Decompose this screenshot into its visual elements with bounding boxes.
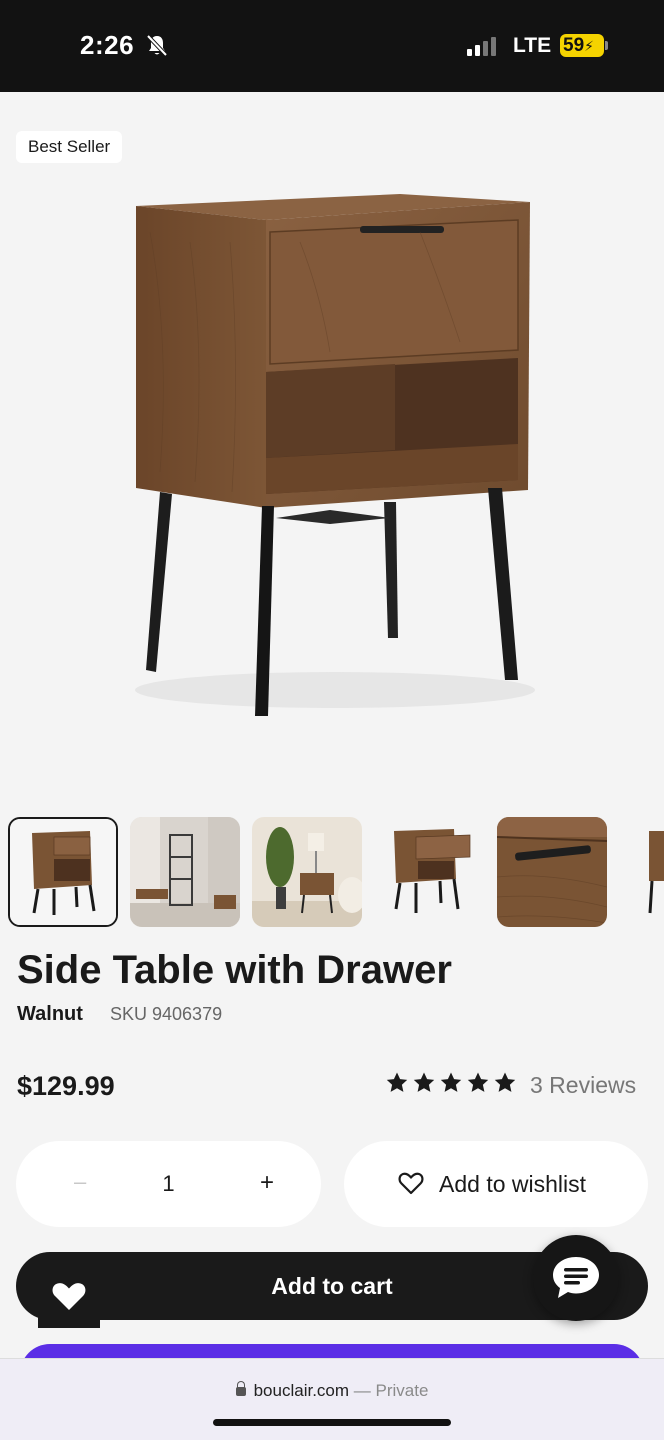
- thumbnail-5[interactable]: [497, 817, 607, 927]
- status-time: 2:26: [80, 30, 135, 60]
- chat-button[interactable]: [533, 1235, 619, 1321]
- battery-level: 59: [563, 35, 585, 56]
- star-icon: [386, 1072, 408, 1092]
- best-seller-badge: Best Seller: [16, 131, 123, 163]
- add-to-wishlist-button[interactable]: Add to wishlist: [344, 1141, 648, 1227]
- heart-icon: [52, 1283, 86, 1310]
- network-label: LTE: [513, 34, 552, 57]
- home-indicator[interactable]: [213, 1419, 451, 1426]
- thumbnail-2[interactable]: [130, 817, 240, 927]
- quantity-increase-button[interactable]: +: [260, 1169, 274, 1197]
- browser-address-bar[interactable]: bouclair.com — Private: [0, 1358, 664, 1440]
- side-table-illustration: [135, 194, 535, 716]
- product-variant: Walnut: [17, 1003, 83, 1025]
- wishlist-label: Add to wishlist: [439, 1171, 587, 1197]
- reviews-link[interactable]: 3 Reviews: [530, 1072, 636, 1099]
- thumbnail-1[interactable]: [8, 817, 118, 927]
- heart-outline-icon: [398, 1172, 424, 1195]
- status-bar: 2:26 LTE 59⚡: [0, 0, 664, 92]
- thumbnail-6[interactable]: [619, 817, 664, 927]
- private-mode-label: Private: [375, 1381, 429, 1400]
- star-icon: [413, 1072, 435, 1092]
- thumbnail-3[interactable]: [252, 817, 362, 927]
- thumbnail-strip[interactable]: [0, 816, 664, 928]
- quantity-value[interactable]: 1: [16, 1171, 321, 1197]
- product-title: Side Table with Drawer: [17, 948, 452, 992]
- rating-stars[interactable]: [385, 1071, 517, 1095]
- chat-icon: [553, 1257, 599, 1298]
- battery-nub: [605, 41, 608, 50]
- star-icon: [494, 1072, 516, 1092]
- signal-icon: [467, 36, 496, 56]
- bell-off-icon: [146, 34, 168, 57]
- quantity-stepper[interactable]: – 1 +: [16, 1141, 321, 1227]
- battery-charging-icon: 59⚡: [560, 34, 604, 57]
- product-sku: SKU 9406379: [110, 1004, 223, 1024]
- thumbnail-4[interactable]: [374, 817, 484, 927]
- favorites-tab[interactable]: [38, 1270, 100, 1328]
- product-price: $129.99: [17, 1071, 115, 1101]
- star-icon: [440, 1072, 462, 1092]
- lock-icon: [235, 1381, 246, 1396]
- url-separator: —: [349, 1381, 376, 1400]
- url-domain: bouclair.com: [253, 1381, 350, 1400]
- url-display[interactable]: bouclair.com — Private: [0, 1381, 664, 1401]
- star-icon: [467, 1072, 489, 1092]
- product-hero-image[interactable]: Best Seller: [0, 92, 664, 802]
